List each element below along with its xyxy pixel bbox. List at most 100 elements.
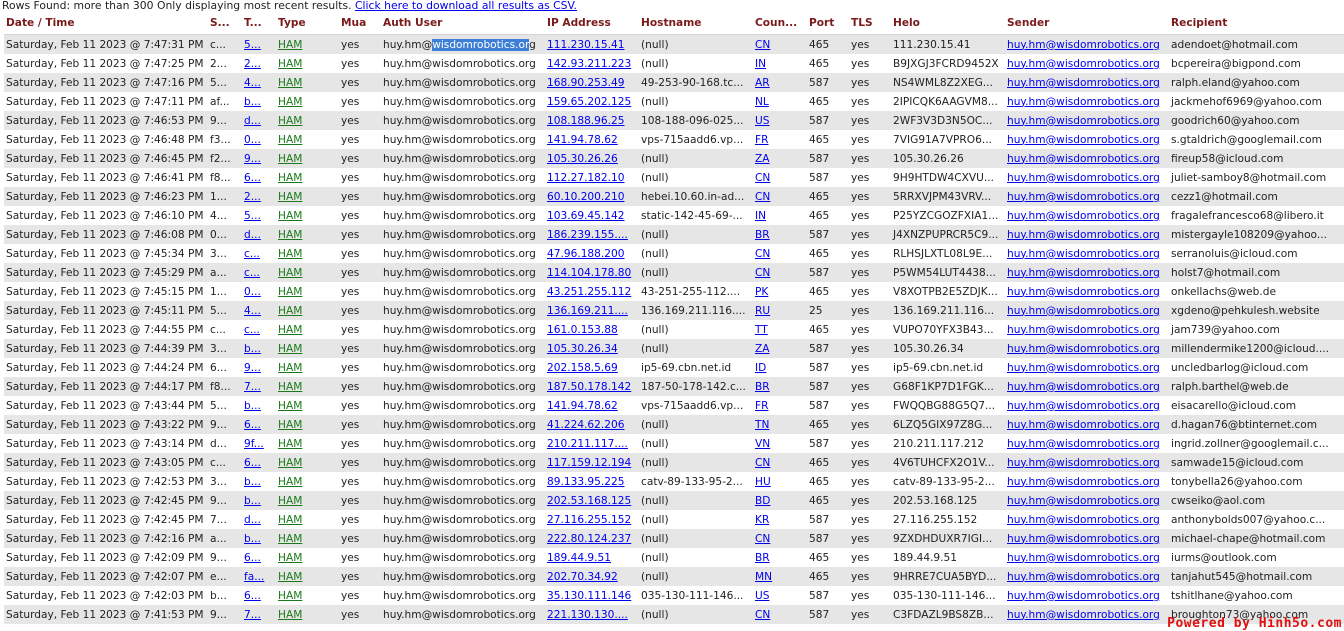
cell-ip-address[interactable]: 202.53.168.125 <box>545 491 639 510</box>
cell-type[interactable]: HAM <box>276 149 339 168</box>
cell-country-link[interactable]: CN <box>755 457 770 469</box>
cell-type-link[interactable]: HAM <box>278 115 302 127</box>
cell-country[interactable]: CN <box>753 453 807 472</box>
cell-t-link[interactable]: 9... <box>244 153 261 165</box>
cell-t[interactable]: 4... <box>242 301 276 320</box>
cell-ip-address[interactable]: 60.10.200.210 <box>545 187 639 206</box>
cell-t[interactable]: 9f... <box>242 434 276 453</box>
cell-country[interactable]: ZA <box>753 339 807 358</box>
cell-type-link[interactable]: HAM <box>278 58 302 70</box>
cell-sender-link[interactable]: huy.hm@wisdomrobotics.org <box>1007 172 1160 184</box>
cell-type[interactable]: HAM <box>276 605 339 624</box>
cell-t[interactable]: 5... <box>242 34 276 54</box>
cell-country-link[interactable]: CN <box>755 533 770 545</box>
cell-sender[interactable]: huy.hm@wisdomrobotics.org <box>1005 168 1169 187</box>
cell-sender-link[interactable]: huy.hm@wisdomrobotics.org <box>1007 305 1160 317</box>
cell-t[interactable]: fa... <box>242 567 276 586</box>
cell-sender[interactable]: huy.hm@wisdomrobotics.org <box>1005 73 1169 92</box>
cell-ip-address[interactable]: 221.130.130.... <box>545 605 639 624</box>
cell-country[interactable]: BR <box>753 548 807 567</box>
cell-country[interactable]: HU <box>753 472 807 491</box>
cell-ip-address-link[interactable]: 222.80.124.237 <box>547 533 631 545</box>
cell-t-link[interactable]: 9f... <box>244 438 264 450</box>
cell-t-link[interactable]: b... <box>244 476 261 488</box>
cell-t-link[interactable]: b... <box>244 96 261 108</box>
cell-sender-link[interactable]: huy.hm@wisdomrobotics.org <box>1007 590 1160 602</box>
col-header-datetime[interactable]: Date / Time <box>4 12 208 35</box>
cell-sender-link[interactable]: huy.hm@wisdomrobotics.org <box>1007 267 1160 279</box>
cell-sender[interactable]: huy.hm@wisdomrobotics.org <box>1005 320 1169 339</box>
col-header-t[interactable]: T... <box>242 12 276 35</box>
cell-type-link[interactable]: HAM <box>278 286 302 298</box>
cell-country-link[interactable]: KR <box>755 514 769 526</box>
cell-ip-address-link[interactable]: 60.10.200.210 <box>547 191 625 203</box>
cell-ip-address[interactable]: 117.159.12.194 <box>545 453 639 472</box>
cell-ip-address[interactable]: 103.69.45.142 <box>545 206 639 225</box>
cell-t-link[interactable]: d... <box>244 229 261 241</box>
col-header-s[interactable]: S... <box>208 12 242 35</box>
cell-ip-address[interactable]: 210.211.117.... <box>545 434 639 453</box>
cell-country[interactable]: CN <box>753 244 807 263</box>
cell-t[interactable]: 2... <box>242 54 276 73</box>
cell-type-link[interactable]: HAM <box>278 134 302 146</box>
cell-sender-link[interactable]: huy.hm@wisdomrobotics.org <box>1007 571 1160 583</box>
cell-country[interactable]: VN <box>753 434 807 453</box>
cell-country-link[interactable]: ZA <box>755 153 770 165</box>
cell-country-link[interactable]: ID <box>755 362 766 374</box>
cell-sender-link[interactable]: huy.hm@wisdomrobotics.org <box>1007 115 1160 127</box>
cell-type-link[interactable]: HAM <box>278 343 302 355</box>
cell-sender[interactable]: huy.hm@wisdomrobotics.org <box>1005 54 1169 73</box>
cell-ip-address[interactable]: 186.239.155.... <box>545 225 639 244</box>
cell-sender[interactable]: huy.hm@wisdomrobotics.org <box>1005 187 1169 206</box>
cell-type[interactable]: HAM <box>276 130 339 149</box>
cell-ip-address-link[interactable]: 141.94.78.62 <box>547 134 618 146</box>
col-header-auth-user[interactable]: Auth User <box>381 12 545 35</box>
cell-type-link[interactable]: HAM <box>278 267 302 279</box>
cell-country[interactable]: BR <box>753 225 807 244</box>
cell-ip-address-link[interactable]: 221.130.130.... <box>547 609 628 621</box>
cell-sender-link[interactable]: huy.hm@wisdomrobotics.org <box>1007 533 1160 545</box>
cell-type[interactable]: HAM <box>276 111 339 130</box>
col-header-ip[interactable]: IP Address <box>545 12 639 35</box>
cell-sender-link[interactable]: huy.hm@wisdomrobotics.org <box>1007 609 1160 621</box>
cell-type-link[interactable]: HAM <box>278 248 302 260</box>
cell-country[interactable]: NL <box>753 92 807 111</box>
cell-ip-address-link[interactable]: 111.230.15.41 <box>547 39 625 51</box>
cell-sender[interactable]: huy.hm@wisdomrobotics.org <box>1005 263 1169 282</box>
cell-t-link[interactable]: d... <box>244 514 261 526</box>
cell-country[interactable]: MN <box>753 567 807 586</box>
cell-t-link[interactable]: 7... <box>244 609 261 621</box>
cell-t[interactable]: c... <box>242 263 276 282</box>
cell-type-link[interactable]: HAM <box>278 514 302 526</box>
cell-ip-address[interactable]: 189.44.9.51 <box>545 548 639 567</box>
cell-sender[interactable]: huy.hm@wisdomrobotics.org <box>1005 206 1169 225</box>
cell-ip-address-link[interactable]: 105.30.26.26 <box>547 153 618 165</box>
cell-sender[interactable]: huy.hm@wisdomrobotics.org <box>1005 510 1169 529</box>
cell-type[interactable]: HAM <box>276 377 339 396</box>
cell-country[interactable]: CN <box>753 263 807 282</box>
cell-sender-link[interactable]: huy.hm@wisdomrobotics.org <box>1007 400 1160 412</box>
cell-t-link[interactable]: 6... <box>244 552 261 564</box>
cell-t[interactable]: 6... <box>242 586 276 605</box>
cell-sender-link[interactable]: huy.hm@wisdomrobotics.org <box>1007 96 1160 108</box>
cell-type-link[interactable]: HAM <box>278 552 302 564</box>
cell-sender-link[interactable]: huy.hm@wisdomrobotics.org <box>1007 514 1160 526</box>
cell-type[interactable]: HAM <box>276 225 339 244</box>
cell-t[interactable]: d... <box>242 111 276 130</box>
cell-ip-address[interactable]: 108.188.96.25 <box>545 111 639 130</box>
cell-type[interactable]: HAM <box>276 282 339 301</box>
cell-country-link[interactable]: AR <box>755 77 770 89</box>
cell-ip-address[interactable]: 114.104.178.80 <box>545 263 639 282</box>
cell-type-link[interactable]: HAM <box>278 571 302 583</box>
cell-type-link[interactable]: HAM <box>278 324 302 336</box>
cell-ip-address[interactable]: 27.116.255.152 <box>545 510 639 529</box>
cell-country-link[interactable]: CN <box>755 172 770 184</box>
cell-ip-address-link[interactable]: 189.44.9.51 <box>547 552 611 564</box>
cell-country[interactable]: BR <box>753 377 807 396</box>
cell-type[interactable]: HAM <box>276 472 339 491</box>
cell-country[interactable]: RU <box>753 301 807 320</box>
cell-type[interactable]: HAM <box>276 301 339 320</box>
cell-country-link[interactable]: PK <box>755 286 768 298</box>
cell-type[interactable]: HAM <box>276 320 339 339</box>
cell-country-link[interactable]: BR <box>755 552 770 564</box>
